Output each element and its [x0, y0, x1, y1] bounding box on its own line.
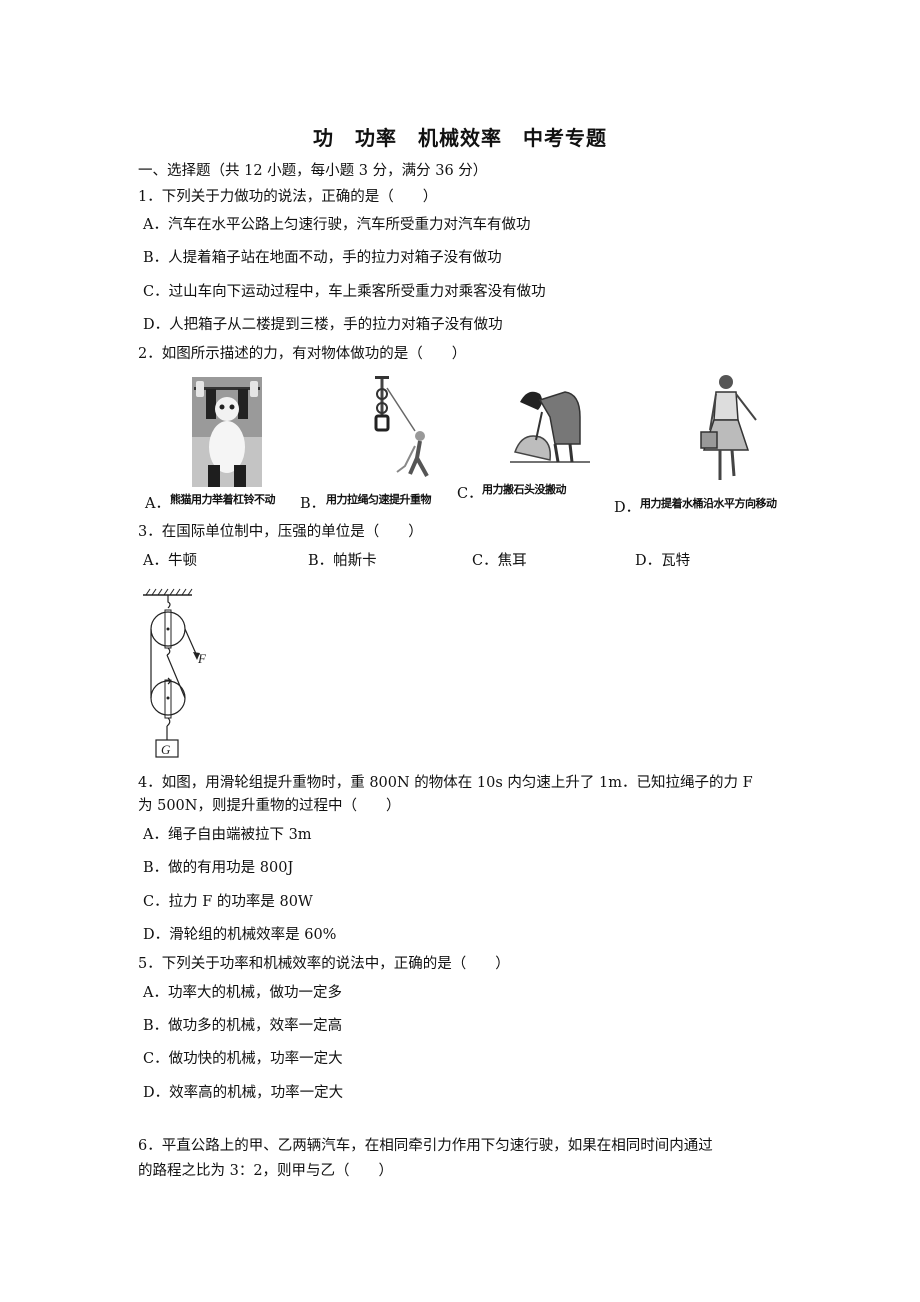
- question-stem-line-1: 4．如图，用滑轮组提升重物时，重 800N 的物体在 10s 内匀速上升了 1m…: [138, 775, 753, 791]
- weight-label: G: [161, 742, 171, 757]
- option-c: C．拉力 F 的功率是 80W: [143, 894, 313, 910]
- option-d: D．人把箱子从二楼提到三楼，手的拉力对箱子没有做功: [143, 317, 503, 333]
- document-title: 功 功率 机械效率 中考专题: [313, 126, 607, 150]
- option-c: C．焦耳: [472, 553, 527, 569]
- panda-lifting-barbell-image: [192, 377, 262, 487]
- figure-c-label: C．: [457, 486, 483, 502]
- option-a: A．牛顿: [143, 553, 197, 569]
- pulley-system-diagram: F G: [143, 588, 207, 758]
- option-d: D．滑轮组的机械效率是 60%: [143, 927, 337, 943]
- option-c: C．过山车向下运动过程中，车上乘客所受重力对乘客没有做功: [143, 284, 546, 300]
- force-label: F: [197, 651, 207, 666]
- figure-a-label: A．: [145, 496, 170, 512]
- section-heading: 一、选择题（共 12 小题，每小题 3 分，满分 36 分）: [138, 163, 488, 179]
- figure-a-caption: 熊猫用力举着杠铃不动: [170, 493, 276, 506]
- figure-d-label: D．: [614, 500, 641, 516]
- option-a: A．汽车在水平公路上匀速行驶，汽车所受重力对汽车有做功: [143, 217, 531, 233]
- question-stem-line-2: 为 500N，则提升重物的过程中（ ）: [138, 798, 401, 814]
- figure-b-caption: 用力拉绳匀速提升重物: [326, 493, 432, 506]
- option-d: D．瓦特: [635, 553, 691, 569]
- question-stem: 3．在国际单位制中，压强的单位是（ ）: [138, 524, 423, 540]
- man-pulling-rope-image: [374, 376, 429, 477]
- option-d: D．效率高的机械，功率一定大: [143, 1085, 344, 1101]
- girl-pushing-rock-image: [510, 391, 590, 463]
- option-a: A．功率大的机械，做功一定多: [143, 985, 342, 1001]
- figure-d-caption: 用力提着水桶沿水平方向移动: [640, 497, 777, 510]
- figure-c-caption: 用力搬石头没搬动: [482, 483, 567, 496]
- girl-carrying-bucket-image: [700, 375, 757, 480]
- option-a: A．绳子自由端被拉下 3m: [143, 827, 312, 843]
- question-stem: 1．下列关于力做功的说法，正确的是（ ）: [138, 189, 438, 205]
- option-b: B．帕斯卡: [308, 553, 377, 569]
- question-stem-line-2: 的路程之比为 3：2，则甲与乙（ ）: [138, 1163, 394, 1179]
- option-b: B．做的有用功是 800J: [143, 860, 294, 876]
- question-stem-line-1: 6．平直公路上的甲、乙两辆汽车，在相同牵引力作用下匀速行驶，如果在相同时间内通过: [138, 1138, 713, 1154]
- question-stem: 2．如图所示描述的力，有对物体做功的是（ ）: [138, 346, 467, 362]
- option-b: B．人提着箱子站在地面不动，手的拉力对箱子没有做功: [143, 250, 502, 266]
- option-b: B．做功多的机械，效率一定高: [143, 1018, 343, 1034]
- option-c: C．做功快的机械，功率一定大: [143, 1051, 343, 1067]
- figure-b-label: B．: [300, 496, 326, 512]
- question-stem: 5．下列关于功率和机械效率的说法中，正确的是（ ）: [138, 956, 510, 972]
